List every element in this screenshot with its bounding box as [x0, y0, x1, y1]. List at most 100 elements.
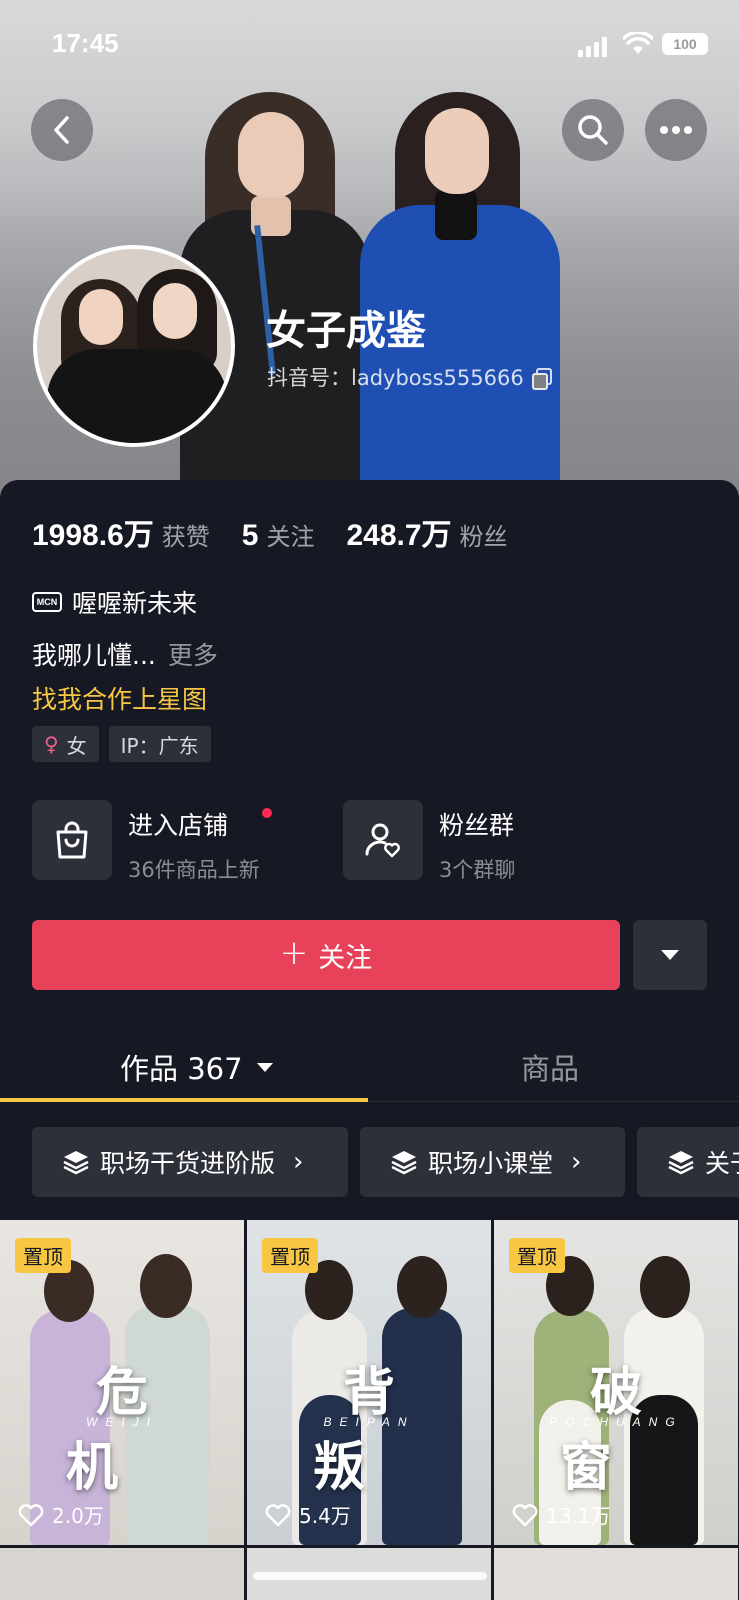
avatar-face-right	[153, 283, 197, 339]
video-thumbnail[interactable]: 置顶 危机 WEIJI 2.0万	[0, 1220, 244, 1545]
fan-group-subtitle: 3个群聊	[439, 858, 516, 882]
search-button[interactable]	[562, 99, 624, 161]
shop-subtitle: 36件商品上新	[128, 858, 260, 882]
heart-icon	[265, 1503, 291, 1526]
chevron-right-icon: ›	[571, 1147, 582, 1177]
chevron-left-icon	[54, 116, 69, 144]
follow-label: 关注	[318, 942, 373, 974]
profile-name: 女子成鉴	[266, 308, 426, 354]
video-likes: 2.0万	[18, 1500, 104, 1529]
plus-icon: +	[279, 933, 309, 973]
pinned-badge: 置顶	[15, 1238, 71, 1273]
more-dots-icon	[660, 126, 692, 134]
home-indicator[interactable]	[253, 1572, 487, 1580]
tab-goods[interactable]: 商品	[521, 1046, 579, 1088]
collections-row: 职场干货进阶版 › 职场小课堂 › 关于	[32, 1127, 739, 1197]
collection-chip[interactable]: 关于	[637, 1127, 739, 1197]
status-time: 17:45	[52, 28, 119, 58]
bio-more-link[interactable]: 更多	[168, 641, 218, 670]
new-dot-badge	[261, 808, 272, 818]
battery-indicator: 100	[662, 33, 708, 55]
active-tab-indicator	[0, 1098, 368, 1102]
shopping-bag-icon	[56, 821, 88, 859]
likes-count-label: 13.1万	[546, 1504, 611, 1528]
ip-location-label: IP：广东	[120, 733, 199, 758]
profile-stats: 1998.6万 获赞 5 关注 248.7万 粉丝	[32, 510, 540, 554]
xingtu-cooperation-link[interactable]: 找我合作上星图	[32, 680, 207, 716]
shop-title: 进入店铺	[128, 806, 272, 842]
tab-goods-label: 商品	[521, 1052, 580, 1086]
following-count[interactable]: 5	[242, 519, 259, 553]
video-subtitle-overlay: BEIPAN	[323, 1415, 415, 1429]
pinned-badge: 置顶	[509, 1238, 565, 1273]
layers-icon	[63, 1151, 89, 1175]
video-subtitle-overlay: WEIJI	[86, 1415, 158, 1429]
pinned-badge: 置顶	[262, 1238, 318, 1273]
copy-icon[interactable]	[531, 368, 552, 390]
collection-label: 关于	[705, 1149, 739, 1178]
followers-count[interactable]: 248.7万	[346, 510, 451, 554]
bio-text: 我哪儿懂...	[32, 641, 156, 670]
avatar-face-left	[79, 289, 123, 345]
ip-location-tag: IP：广东	[108, 726, 211, 762]
cover-person-right-face	[425, 108, 489, 194]
fan-group-icon	[365, 823, 400, 858]
profile-tags: ♀ 女 IP：广东	[32, 726, 211, 762]
video-likes: 5.4万	[265, 1500, 351, 1529]
mcn-row[interactable]: MCN 喔喔新未来	[32, 584, 197, 620]
shop-entry[interactable]: 进入店铺 36件商品上新	[32, 800, 272, 884]
mcn-badge: MCN	[32, 592, 62, 612]
likes-count: 1998.6万	[32, 519, 154, 552]
mcn-name: 喔喔新未来	[72, 589, 198, 618]
collection-chip[interactable]: 职场干货进阶版 ›	[32, 1127, 348, 1197]
following-label[interactable]: 关注	[266, 517, 314, 552]
video-thumbnail[interactable]	[0, 1548, 244, 1600]
status-bar: 17:45 100	[0, 0, 739, 90]
video-thumbnail[interactable]	[494, 1548, 738, 1600]
collection-label: 职场干货进阶版	[100, 1149, 276, 1178]
content-tabs: 作品 367 商品	[0, 1030, 739, 1102]
avatar-outfits	[47, 349, 227, 443]
gender-label: 女	[66, 733, 87, 758]
likes-label: 获赞	[161, 523, 210, 551]
chevron-right-icon: ›	[293, 1147, 304, 1177]
tab-works[interactable]: 作品 367	[120, 1046, 273, 1088]
collection-chip[interactable]: 职场小课堂 ›	[360, 1127, 625, 1197]
video-thumbnail[interactable]: 置顶 破窗 POCHUANG 13.1万	[494, 1220, 738, 1545]
fan-group-entry[interactable]: 粉丝群 3个群聊	[343, 800, 515, 884]
fan-group-icon-box	[343, 800, 423, 880]
follow-button[interactable]: + 关注	[32, 920, 620, 990]
heart-icon	[512, 1503, 538, 1526]
tab-works-label: 作品 367	[120, 1052, 243, 1086]
bio: 我哪儿懂... 更多	[32, 636, 218, 672]
female-icon: ♀	[44, 732, 59, 756]
followers-label[interactable]: 粉丝	[460, 517, 508, 552]
layers-icon	[391, 1151, 417, 1175]
figure-head	[640, 1256, 690, 1318]
figure-head	[140, 1254, 192, 1318]
douyin-id[interactable]: 抖音号：ladyboss555666	[267, 362, 552, 392]
search-icon	[578, 115, 608, 145]
gender-tag: ♀ 女	[32, 726, 99, 762]
cellular-signal-icon	[578, 35, 610, 57]
wifi-icon	[623, 32, 653, 54]
video-likes: 13.1万	[512, 1500, 611, 1529]
figure-head	[397, 1256, 447, 1318]
more-options-button[interactable]	[645, 99, 707, 161]
shop-icon-box	[32, 800, 112, 880]
fan-group-title: 粉丝群	[439, 811, 515, 840]
sort-dropdown-icon[interactable]	[256, 1062, 273, 1072]
recommend-dropdown-button[interactable]	[633, 920, 707, 990]
likes-count-label: 2.0万	[52, 1504, 104, 1528]
layers-icon	[668, 1151, 694, 1175]
likes-count-label: 5.4万	[299, 1504, 351, 1528]
video-subtitle-overlay: POCHUANG	[549, 1415, 683, 1429]
video-thumbnail[interactable]: 置顶 背叛 BEIPAN 5.4万	[247, 1220, 491, 1545]
cover-person-right-neck	[435, 190, 477, 240]
heart-icon	[18, 1503, 44, 1526]
douyin-id-text: 抖音号：ladyboss555666	[267, 366, 524, 390]
triangle-down-icon	[661, 950, 679, 960]
avatar[interactable]	[33, 245, 235, 447]
back-button[interactable]	[31, 99, 93, 161]
cover-person-left-face	[238, 112, 304, 198]
